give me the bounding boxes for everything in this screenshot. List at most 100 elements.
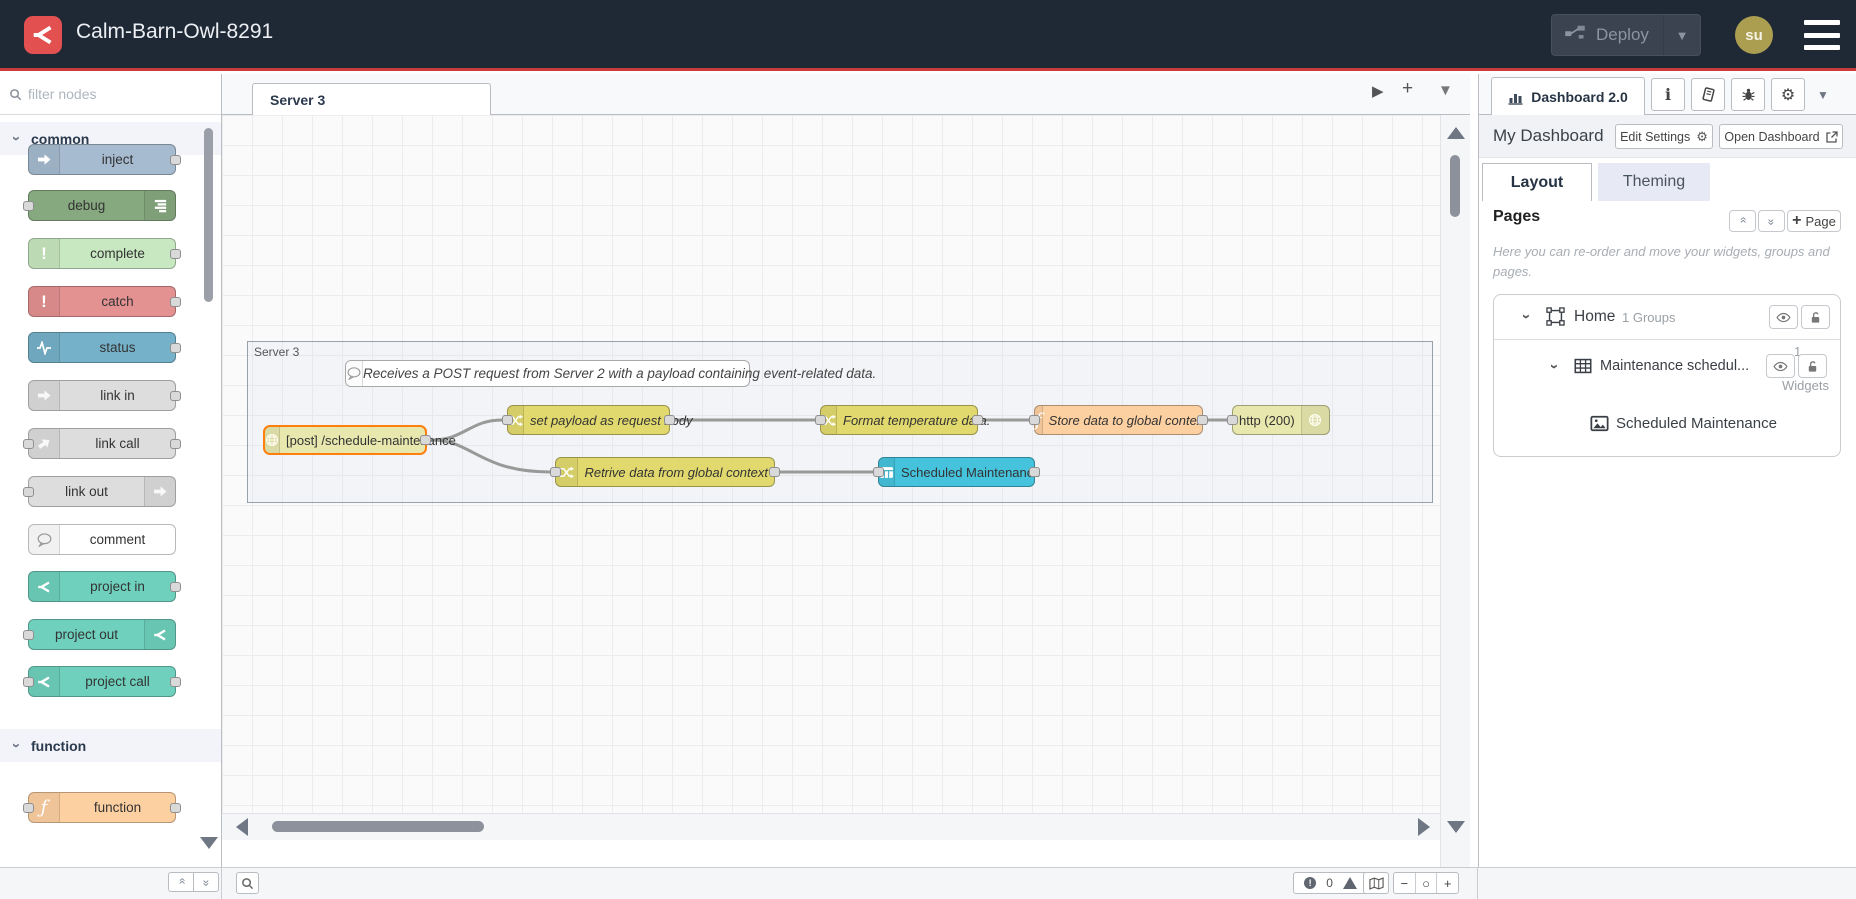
workspace-tab-server3[interactable]: Server 3	[252, 83, 491, 116]
flow-node-comment[interactable]: Receives a POST request from Server 2 wi…	[345, 360, 876, 387]
scroll-up-arrow[interactable]	[1447, 127, 1465, 139]
zoom-reset-button[interactable]: ○	[1414, 873, 1437, 893]
chevron-down-icon[interactable]: ›	[1518, 314, 1535, 319]
tree-row-page-home[interactable]: › Home 1 Groups	[1494, 295, 1840, 340]
flow-node-http-in[interactable]: [post] /schedule-maintenance	[263, 425, 456, 455]
info-tab-button[interactable]: i	[1651, 78, 1685, 111]
minimap-button[interactable]	[1363, 872, 1389, 894]
tree-row-widget-scheduled-maintenance[interactable]: Scheduled Maintenance	[1494, 396, 1840, 452]
canvas-hscroll-area	[222, 813, 1440, 840]
palette-node-project-out[interactable]: project out	[23, 619, 176, 650]
palette-node-debug[interactable]: debug	[23, 190, 176, 221]
add-flow-button[interactable]: +	[1402, 78, 1413, 100]
deploy-button[interactable]: Deploy ▼	[1551, 14, 1701, 56]
flow-node-change-set-payload[interactable]: set payload as request body	[502, 405, 693, 435]
dashboard-tab-theming[interactable]: Theming	[1598, 163, 1710, 201]
open-dashboard-button[interactable]: Open Dashboard	[1719, 124, 1843, 149]
palette-node-link-in[interactable]: link in	[28, 380, 181, 411]
main-menu-button[interactable]	[1804, 20, 1840, 50]
next-tab-icon[interactable]: ▶	[1372, 82, 1384, 100]
output-port[interactable]	[170, 248, 181, 259]
scroll-right-arrow[interactable]	[1418, 818, 1430, 836]
palette-node-project-call[interactable]: project call	[23, 666, 181, 697]
palette-node-comment[interactable]: comment	[28, 524, 176, 555]
palette-filter[interactable]: filter nodes	[0, 74, 221, 115]
input-port[interactable]	[873, 467, 884, 477]
add-page-button[interactable]: + Page	[1787, 210, 1841, 232]
output-port[interactable]	[1029, 467, 1040, 477]
scroll-left-arrow[interactable]	[236, 818, 248, 836]
dashboard-tab-layout[interactable]: Layout	[1482, 163, 1592, 201]
output-port[interactable]	[170, 296, 181, 307]
palette-node-status[interactable]: status	[28, 332, 181, 363]
deploy-options-caret[interactable]: ▼	[1663, 15, 1700, 55]
palette-scrollbar[interactable]	[204, 128, 213, 302]
zoom-in-button[interactable]: +	[1436, 873, 1458, 893]
input-port[interactable]	[1227, 415, 1238, 425]
input-port[interactable]	[23, 802, 34, 813]
output-port[interactable]	[170, 676, 181, 687]
palette-category-function[interactable]: › function	[0, 729, 221, 762]
tree-row-group-maintenance[interactable]: › Maintenance schedul... 1 Widgets	[1494, 340, 1840, 396]
palette-node-link-out[interactable]: link out	[23, 476, 176, 507]
output-port[interactable]	[972, 415, 983, 425]
unlock-button[interactable]	[1801, 305, 1830, 329]
canvas-vscrollbar[interactable]	[1450, 155, 1460, 217]
dashboard-layout-tree: › Home 1 Groups › Maintenance schedul...…	[1493, 294, 1841, 457]
sidebar-tab-dashboard[interactable]: Dashboard 2.0	[1491, 77, 1645, 116]
search-icon	[9, 88, 22, 101]
sidebar-options-caret[interactable]: ▼	[1817, 88, 1829, 102]
palette-node-catch[interactable]: ! catch	[28, 286, 181, 317]
flow-list-caret[interactable]: ▼	[1438, 82, 1453, 99]
input-port[interactable]	[23, 676, 34, 687]
zoom-out-button[interactable]: −	[1394, 873, 1415, 893]
input-port[interactable]	[502, 415, 513, 425]
output-port[interactable]	[170, 390, 181, 401]
input-port[interactable]	[1029, 415, 1040, 425]
input-port[interactable]	[23, 486, 34, 497]
input-port[interactable]	[550, 467, 561, 477]
user-avatar[interactable]: su	[1735, 16, 1773, 54]
output-port[interactable]	[170, 581, 181, 592]
palette-node-project-in[interactable]: project in	[28, 571, 181, 602]
scroll-down-arrow[interactable]	[1447, 821, 1465, 833]
flow-node-function-store-data[interactable]: ƒ Store data to global context	[1029, 405, 1208, 435]
visibility-button[interactable]	[1766, 354, 1795, 378]
palette-node-complete[interactable]: ! complete	[28, 238, 181, 269]
output-port[interactable]	[170, 438, 181, 449]
palette-node-inject[interactable]: inject	[28, 144, 181, 175]
input-port[interactable]	[23, 438, 34, 449]
output-port[interactable]	[1197, 415, 1208, 425]
output-port[interactable]	[170, 154, 181, 165]
help-tab-button[interactable]	[1691, 78, 1725, 111]
flow-node-change-format-temp[interactable]: Format temperature data.	[815, 405, 990, 435]
palette-expand-all-button[interactable]: »	[193, 872, 219, 892]
output-port[interactable]	[170, 802, 181, 813]
canvas-search-button[interactable]	[236, 872, 259, 894]
config-tab-button[interactable]: ⚙	[1771, 78, 1805, 111]
expand-all-button[interactable]: »	[1758, 210, 1785, 232]
canvas-hscrollbar[interactable]	[272, 821, 484, 832]
flow-canvas[interactable]: Server 3 Receives a POST request from Se…	[222, 115, 1440, 840]
palette-scroll-down-arrow[interactable]	[200, 837, 218, 849]
output-port[interactable]	[170, 342, 181, 353]
chevron-down-icon[interactable]: ›	[1546, 364, 1563, 369]
palette-collapse-all-button[interactable]: »	[168, 872, 194, 892]
palette-node-link-call[interactable]: link call	[23, 428, 181, 459]
collapse-all-button[interactable]: »	[1729, 210, 1756, 232]
globe-icon	[1300, 406, 1329, 434]
output-port[interactable]	[769, 467, 780, 477]
output-port[interactable]	[664, 415, 675, 425]
output-port[interactable]	[420, 435, 431, 445]
flow-node-table-widget[interactable]: Scheduled Maintenance	[873, 457, 1041, 487]
input-port[interactable]	[815, 415, 826, 425]
input-port[interactable]	[23, 200, 34, 211]
palette-node-function[interactable]: ƒ function	[23, 792, 181, 823]
flow-node-http-response[interactable]: http (200)	[1227, 405, 1330, 435]
debug-tab-button[interactable]	[1731, 78, 1765, 111]
edit-settings-button[interactable]: Edit Settings ⚙	[1615, 124, 1713, 149]
input-port[interactable]	[23, 629, 34, 640]
unlock-button[interactable]	[1798, 354, 1827, 378]
visibility-button[interactable]	[1769, 305, 1798, 329]
flow-node-change-retrieve-data[interactable]: Retrive data from global context	[550, 457, 780, 487]
